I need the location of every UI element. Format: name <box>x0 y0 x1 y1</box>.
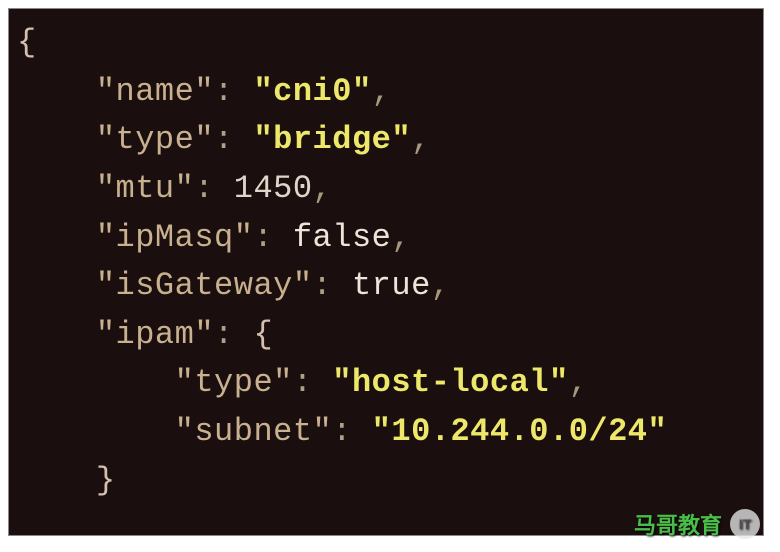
json-number: 1450 <box>234 170 313 207</box>
watermark-text: 马哥教育 <box>634 508 722 540</box>
json-string: "10.244.0.0/24" <box>372 413 668 450</box>
json-key: "isGateway" <box>96 267 313 304</box>
code-line-ipam-close: } <box>17 457 755 506</box>
json-key: "type" <box>96 121 214 158</box>
code-line-ipam-subnet: "subnet": "10.244.0.0/24" <box>17 408 755 457</box>
watermark: 马哥教育 IT <box>634 508 760 540</box>
code-line-ipam: "ipam": { <box>17 311 755 360</box>
code-line-ipmasq: "ipMasq": false, <box>17 214 755 263</box>
json-string: "host-local" <box>332 364 568 401</box>
json-string: "cni0" <box>253 73 371 110</box>
json-key: "type" <box>175 364 293 401</box>
code-line-open: { <box>17 19 755 68</box>
code-line-type: "type": "bridge", <box>17 116 755 165</box>
json-key: "name" <box>96 73 214 110</box>
json-key: "mtu" <box>96 170 195 207</box>
json-string: "bridge" <box>253 121 411 158</box>
code-line-name: "name": "cni0", <box>17 68 755 117</box>
json-key: "subnet" <box>175 413 333 450</box>
json-boolean: true <box>352 267 431 304</box>
open-brace: { <box>17 24 37 61</box>
code-line-ipam-type: "type": "host-local", <box>17 359 755 408</box>
code-line-isgateway: "isGateway": true, <box>17 262 755 311</box>
json-key: "ipam" <box>96 316 214 353</box>
code-line-mtu: "mtu": 1450, <box>17 165 755 214</box>
json-code-block: { "name": "cni0", "type": "bridge", "mtu… <box>8 8 764 536</box>
open-brace: { <box>253 316 273 353</box>
close-brace: } <box>96 462 116 499</box>
watermark-badge-icon: IT <box>730 509 760 539</box>
json-boolean: false <box>293 219 392 256</box>
json-key: "ipMasq" <box>96 219 254 256</box>
